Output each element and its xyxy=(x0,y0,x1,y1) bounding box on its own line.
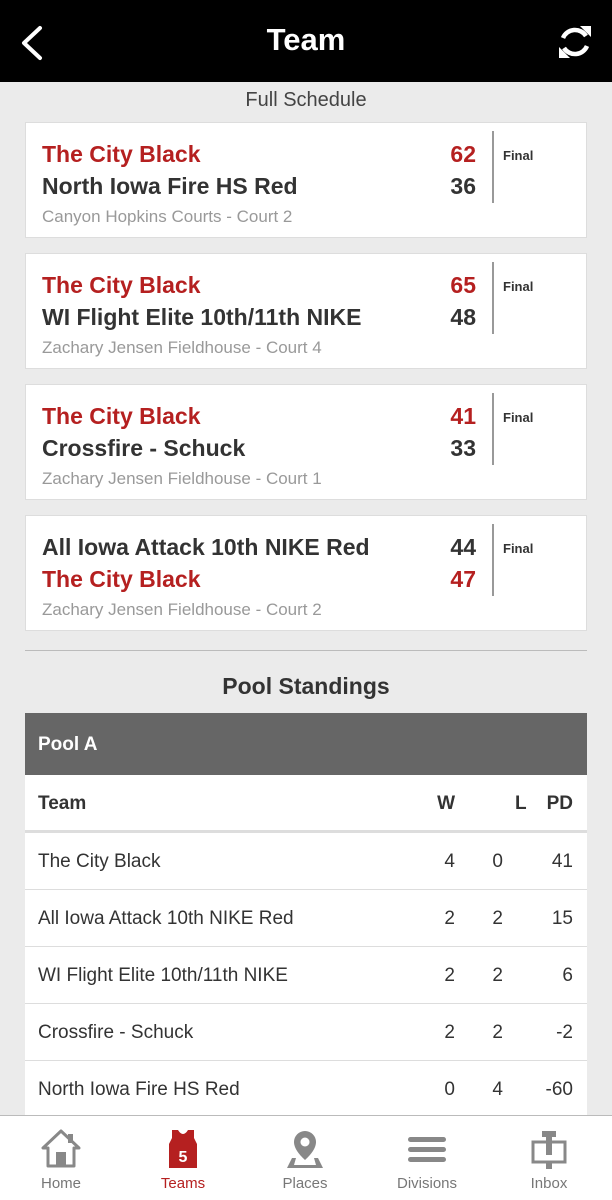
standings-row[interactable]: Crossfire - Schuck 2 2 -2 xyxy=(25,1004,587,1061)
game-score-1: 44 xyxy=(450,534,476,560)
standings-team: North Iowa Fire HS Red xyxy=(38,1079,240,1100)
page-title: Team xyxy=(266,22,346,57)
jersey-icon: 5 xyxy=(169,1130,197,1168)
standings-wins: 4 xyxy=(444,851,455,872)
standings-wins: 2 xyxy=(444,908,455,929)
standings-losses: 4 xyxy=(492,1079,503,1100)
standings-wins: 2 xyxy=(444,1022,455,1043)
standings-losses: 2 xyxy=(492,1022,503,1043)
map-pin-icon xyxy=(287,1131,323,1168)
pool-name: Pool A xyxy=(25,713,587,775)
teams-badge: 5 xyxy=(179,1149,188,1166)
standings-row[interactable]: WI Flight Elite 10th/11th NIKE 2 2 6 xyxy=(25,947,587,1004)
game-score-2: 48 xyxy=(450,304,476,330)
standings-point-diff: 15 xyxy=(551,908,573,929)
game-team-1: The City Black xyxy=(42,403,201,429)
home-icon xyxy=(41,1129,81,1168)
standings-point-diff: -2 xyxy=(556,1022,573,1043)
list-icon xyxy=(408,1137,446,1162)
game-card[interactable]: The City Black 41 Crossfire - Schuck 33 Zach… xyxy=(25,384,587,500)
game-score-1: 41 xyxy=(450,403,476,429)
refresh-icon[interactable] xyxy=(556,22,594,62)
tab-places-label: Places xyxy=(282,1175,328,1192)
tab-home[interactable]: Home xyxy=(0,1116,122,1200)
score-divider xyxy=(492,524,494,596)
standings-row[interactable]: North Iowa Fire HS Red 0 4 -60 xyxy=(25,1061,587,1118)
game-team-1: The City Black xyxy=(42,141,201,167)
game-team-1: The City Black xyxy=(42,272,201,298)
standings-team: The City Black xyxy=(38,851,161,872)
standings-point-diff: 41 xyxy=(551,851,573,872)
standings-team: Crossfire - Schuck xyxy=(38,1022,194,1043)
tab-divisions-label: Divisions xyxy=(396,1175,457,1192)
standings-header-row: Team W L PD xyxy=(25,775,587,833)
standings-losses: 2 xyxy=(492,908,503,929)
app-header: Team xyxy=(0,0,612,82)
game-venue: Zachary Jensen Fieldhouse - Court 2 xyxy=(42,600,322,619)
tab-teams[interactable]: 5 Teams xyxy=(122,1116,244,1200)
game-score-1: 62 xyxy=(450,141,476,167)
bottom-tab-bar: Home 5 Teams Places Divisions Inbox xyxy=(0,1115,612,1200)
game-status: Final xyxy=(503,148,534,163)
game-card[interactable]: All Iowa Attack 10th NIKE Red 44 The City … xyxy=(25,515,587,631)
col-wins: W xyxy=(437,793,455,814)
standings-wins: 0 xyxy=(444,1079,455,1100)
standings-losses: 0 xyxy=(492,851,503,872)
col-point-diff: PD xyxy=(546,793,573,814)
game-status: Final xyxy=(503,410,534,425)
game-score-1: 65 xyxy=(450,272,476,298)
game-score-2: 33 xyxy=(450,435,476,461)
game-card[interactable]: The City Black 65 WI Flight Elite 10th/11t… xyxy=(25,253,587,369)
full-schedule-link[interactable]: Full Schedule xyxy=(0,89,612,112)
inbox-icon xyxy=(531,1131,567,1169)
tab-teams-label: Teams xyxy=(160,1175,206,1192)
game-venue: Canyon Hopkins Courts - Court 2 xyxy=(42,207,293,226)
col-team: Team xyxy=(38,793,87,814)
tab-inbox-label: Inbox xyxy=(530,1175,568,1192)
game-card[interactable]: The City Black 62 North Iowa Fire HS Red 36… xyxy=(25,122,587,238)
standings-row[interactable]: All Iowa Attack 10th NIKE Red 2 2 15 xyxy=(25,890,587,947)
standings-row[interactable]: The City Black 4 0 41 xyxy=(25,833,587,890)
game-score-2: 47 xyxy=(450,566,476,592)
game-team-2: Crossfire - Schuck xyxy=(42,435,246,461)
tab-inbox[interactable]: Inbox xyxy=(488,1116,610,1200)
standings-team: WI Flight Elite 10th/11th NIKE xyxy=(38,965,288,986)
game-team-2: The City Black xyxy=(42,566,201,592)
score-divider xyxy=(492,131,494,203)
tab-places[interactable]: Places xyxy=(244,1116,366,1200)
game-status: Final xyxy=(503,279,534,294)
standings-team: All Iowa Attack 10th NIKE Red xyxy=(38,908,294,929)
score-divider xyxy=(492,393,494,465)
standings-table: Pool A Team W L PD The City Black 4 0 41 All… xyxy=(25,713,587,1118)
game-status: Final xyxy=(503,541,534,556)
standings-point-diff: -60 xyxy=(545,1079,573,1100)
game-team-2: North Iowa Fire HS Red xyxy=(42,173,298,199)
game-team-1: All Iowa Attack 10th NIKE Red xyxy=(42,534,370,560)
game-venue: Zachary Jensen Fieldhouse - Court 4 xyxy=(42,338,322,357)
game-team-2: WI Flight Elite 10th/11th NIKE xyxy=(42,304,362,330)
tab-divisions[interactable]: Divisions xyxy=(366,1116,488,1200)
game-venue: Zachary Jensen Fieldhouse - Court 1 xyxy=(42,469,322,488)
standings-wins: 2 xyxy=(444,965,455,986)
standings-point-diff: 6 xyxy=(562,965,573,986)
score-divider xyxy=(492,262,494,334)
game-score-2: 36 xyxy=(450,173,476,199)
standings-losses: 2 xyxy=(492,965,503,986)
section-divider xyxy=(25,650,587,651)
tab-home-label: Home xyxy=(40,1175,81,1192)
pool-standings-title: Pool Standings xyxy=(222,673,390,699)
